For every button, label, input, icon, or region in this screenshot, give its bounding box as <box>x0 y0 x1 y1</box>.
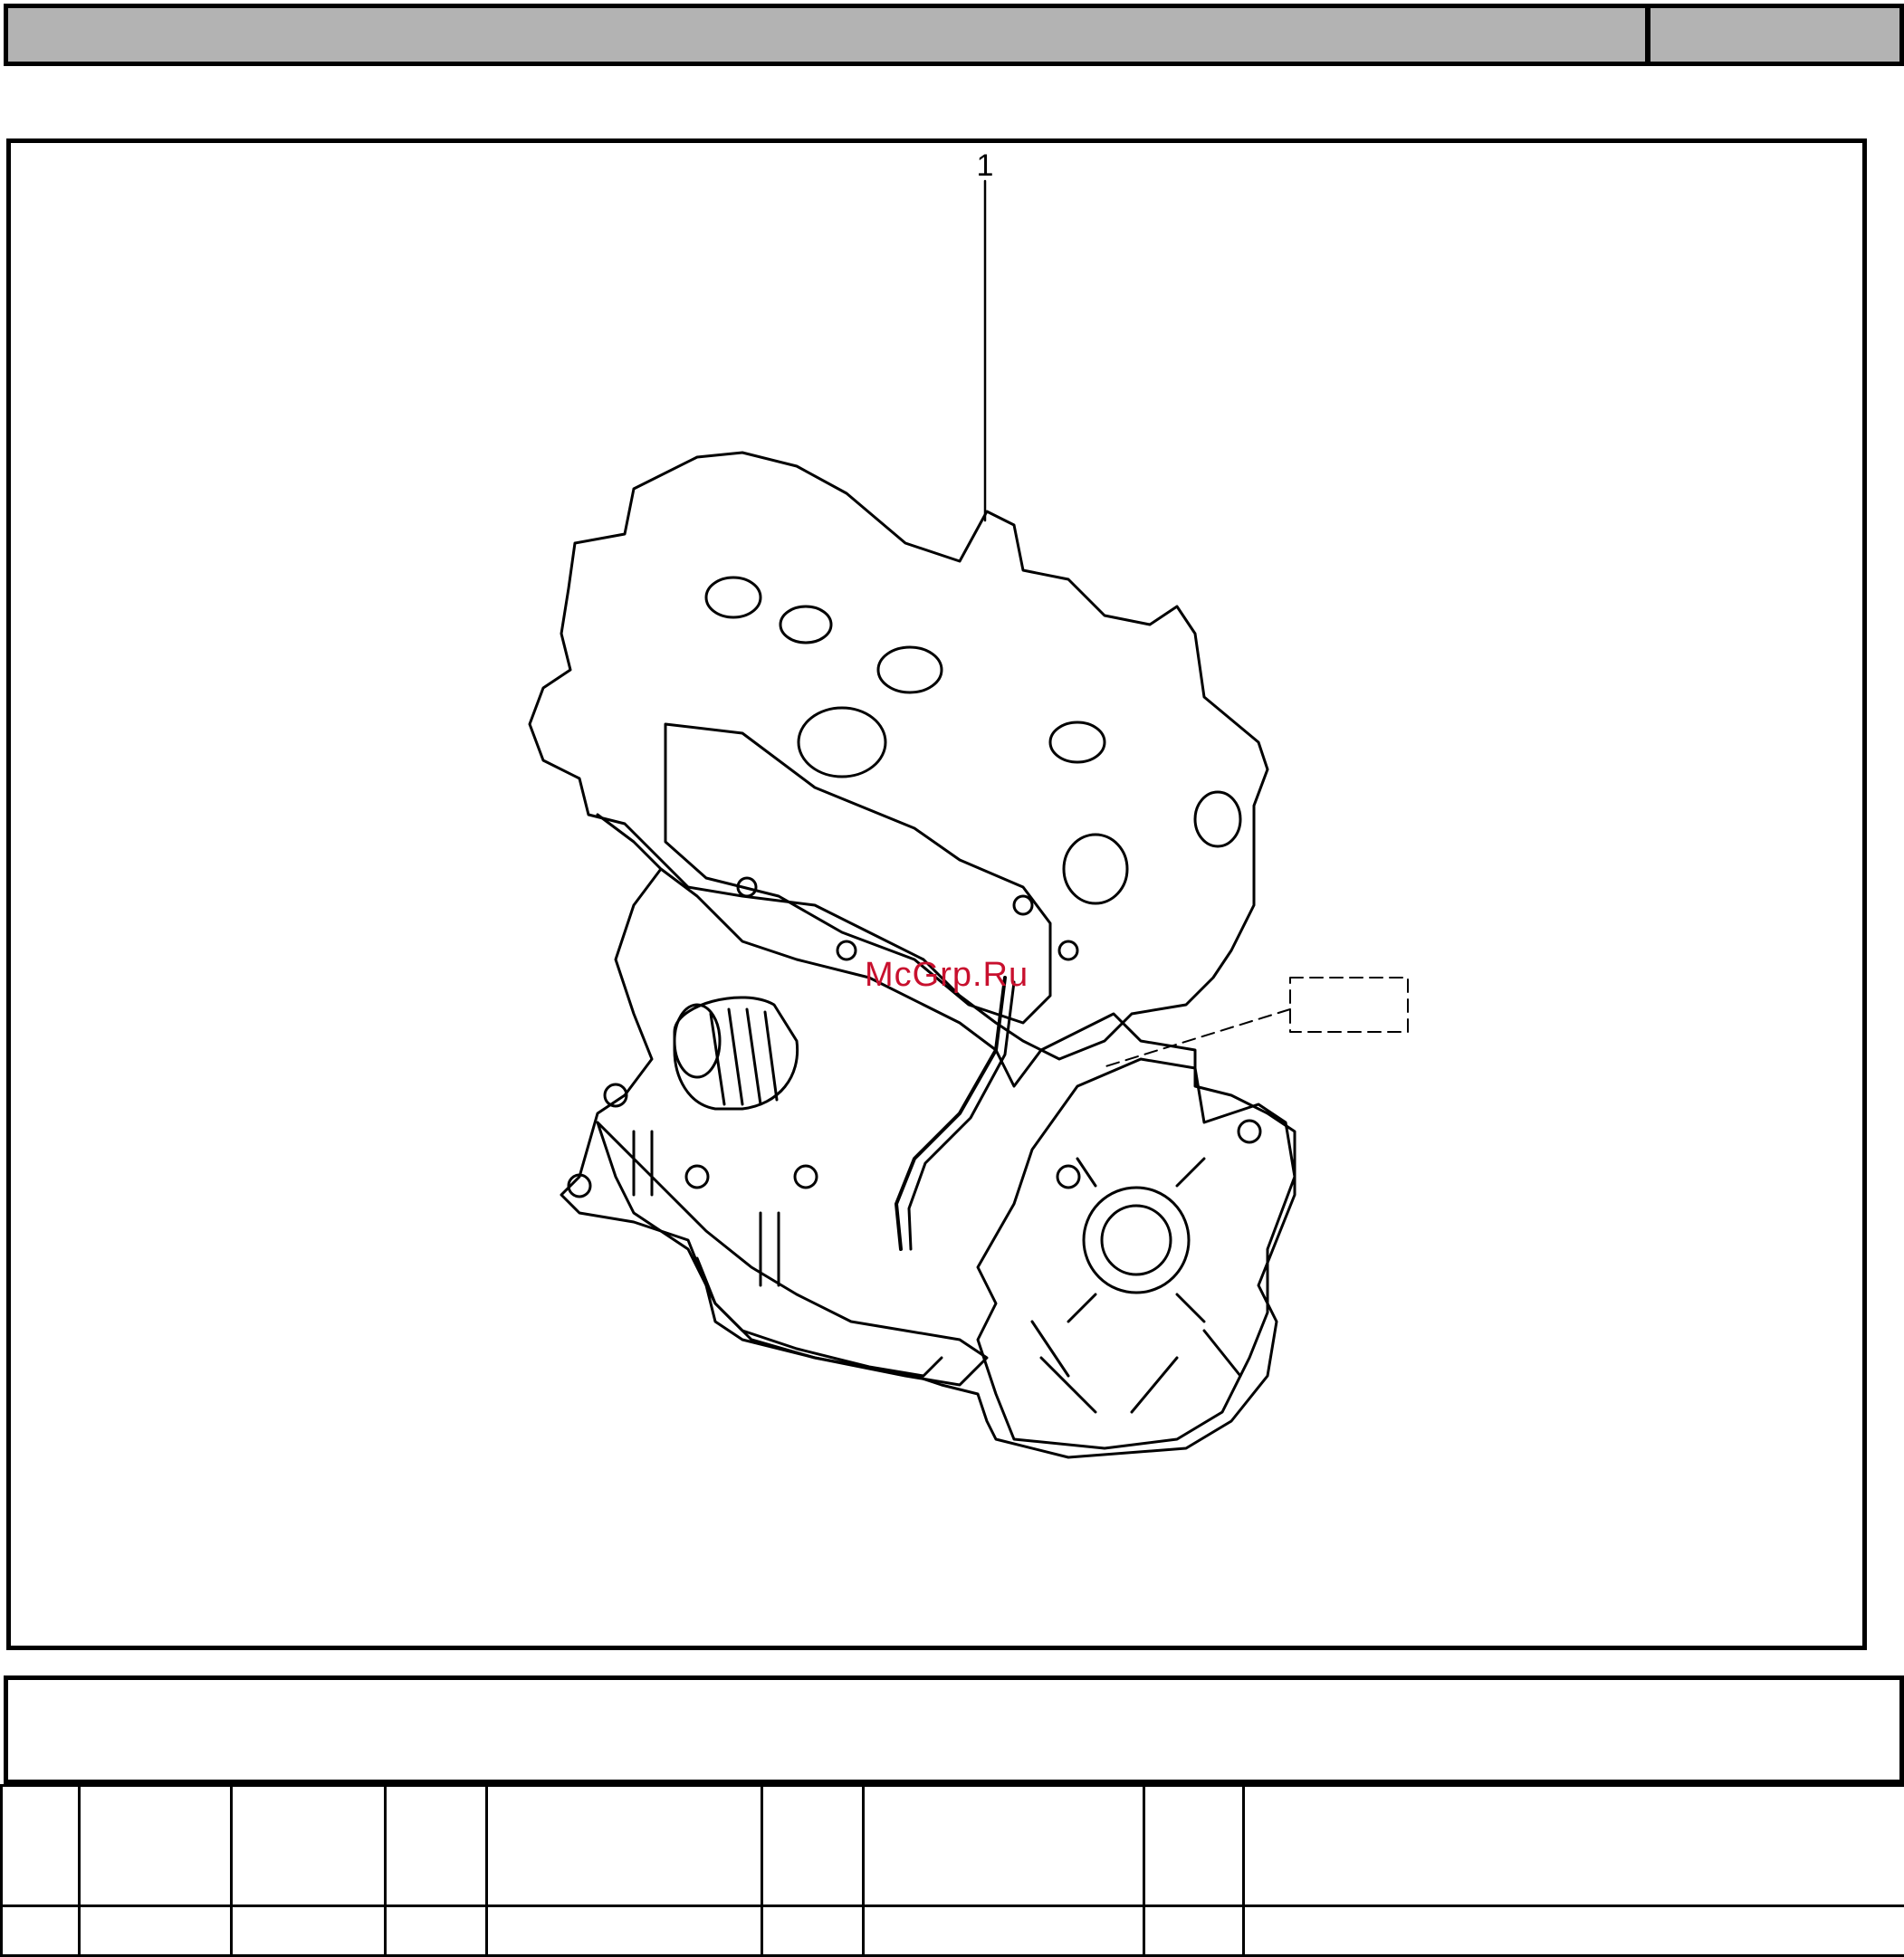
bellhousing <box>978 1059 1295 1448</box>
crank-seal <box>1084 1188 1189 1293</box>
watermark-text: McGrp.Ru <box>865 955 1029 995</box>
table-cell <box>80 1786 232 1906</box>
parts-table <box>0 1784 1904 1957</box>
reference-box <box>1290 978 1408 1032</box>
table-cell <box>80 1906 232 1956</box>
table-cell <box>487 1906 762 1956</box>
table-cell <box>2 1786 80 1906</box>
bore-4 <box>1050 722 1105 762</box>
oil-filter-top <box>675 1005 720 1077</box>
table-cell <box>1144 1906 1244 1956</box>
table-cell <box>232 1786 386 1906</box>
table-row <box>2 1906 1904 1956</box>
bore-2 <box>780 606 831 643</box>
table-cell <box>762 1906 864 1956</box>
bore-6 <box>1064 835 1127 903</box>
table-cell <box>386 1906 487 1956</box>
table-cell <box>1144 1786 1244 1906</box>
caption-box <box>4 1675 1904 1784</box>
table-row <box>2 1786 1904 1906</box>
bore-1 <box>706 578 761 617</box>
table-cell <box>232 1906 386 1956</box>
table-cell <box>2 1906 80 1956</box>
bore-5 <box>799 708 885 777</box>
table-cell <box>487 1786 762 1906</box>
table-cell <box>864 1906 1144 1956</box>
bore-3 <box>878 647 942 692</box>
table-cell <box>864 1786 1144 1906</box>
table-cell <box>386 1786 487 1906</box>
callout-number: 1 <box>974 148 996 183</box>
bore-7 <box>1195 792 1240 846</box>
table-cell <box>762 1786 864 1906</box>
table-cell <box>1244 1786 1904 1906</box>
engine-block <box>561 815 1295 1457</box>
table-cell <box>1244 1906 1904 1956</box>
